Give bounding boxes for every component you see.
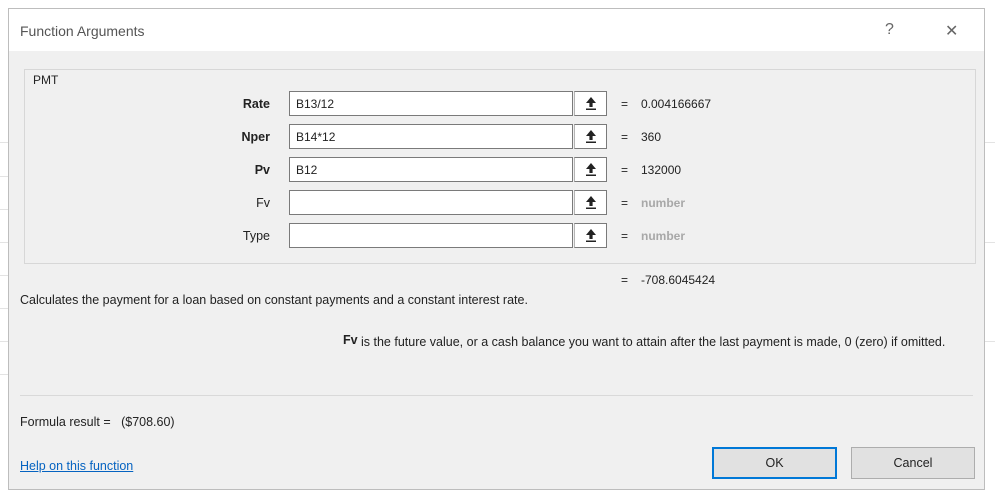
collapse-dialog-button-fv[interactable] <box>574 190 607 215</box>
argument-label-pv: Pv <box>254 163 270 177</box>
argument-help-text: is the future value, or a cash balance y… <box>361 335 946 349</box>
background-gridline <box>985 242 995 243</box>
ok-button[interactable]: OK <box>712 447 837 479</box>
argument-input-nper[interactable] <box>289 124 573 149</box>
background-gridline <box>985 341 995 342</box>
argument-row-rate: Rate = 0.004166667 <box>9 91 986 118</box>
collapse-dialog-button-rate[interactable] <box>574 91 607 116</box>
help-button[interactable]: ? <box>885 21 894 39</box>
argument-row-fv: Fv = number <box>9 190 986 217</box>
argument-result-fv: number <box>641 196 686 210</box>
argument-result-nper: 360 <box>641 130 662 144</box>
function-description: Calculates the payment for a loan based … <box>20 293 528 307</box>
equals-sign: = <box>621 273 629 287</box>
argument-result-pv: 132000 <box>641 163 682 177</box>
argument-row-nper: Nper = 360 <box>9 124 986 151</box>
formula-result-label: Formula result = <box>20 415 111 429</box>
argument-result-type: number <box>641 229 686 243</box>
function-name: PMT <box>31 73 61 87</box>
argument-row-type: Type = number <box>9 223 986 250</box>
argument-input-type[interactable] <box>289 223 573 248</box>
argument-input-fv[interactable] <box>289 190 573 215</box>
equals-sign: = <box>621 130 629 144</box>
argument-label-type: Type <box>242 229 270 243</box>
argument-row-pv: Pv = 132000 <box>9 157 986 184</box>
equals-sign: = <box>621 97 629 111</box>
dialog-title: Function Arguments <box>20 23 145 39</box>
collapse-dialog-button-pv[interactable] <box>574 157 607 182</box>
background-gridline <box>985 142 995 143</box>
collapse-dialog-icon <box>585 229 596 242</box>
equals-sign: = <box>621 163 629 177</box>
collapse-dialog-icon <box>585 97 596 110</box>
argument-help-name: Fv <box>343 333 358 347</box>
function-result-value: -708.6045424 <box>641 273 716 287</box>
formula-result-value: ($708.60) <box>121 415 175 429</box>
close-button[interactable]: ✕ <box>945 21 958 41</box>
formula-result: Formula result = ($708.60) <box>20 415 175 429</box>
collapse-dialog-icon <box>585 163 596 176</box>
cancel-button[interactable]: Cancel <box>851 447 975 479</box>
collapse-dialog-icon <box>585 130 596 143</box>
equals-sign: = <box>621 229 629 243</box>
argument-label-fv: Fv <box>256 196 270 210</box>
argument-label-nper: Nper <box>241 130 270 144</box>
help-link[interactable]: Help on this function <box>20 459 133 473</box>
divider <box>20 395 973 396</box>
collapse-dialog-icon <box>585 196 596 209</box>
collapse-dialog-button-nper[interactable] <box>574 124 607 149</box>
title-bar: Function Arguments ? ✕ <box>9 9 984 51</box>
collapse-dialog-button-type[interactable] <box>574 223 607 248</box>
argument-input-rate[interactable] <box>289 91 573 116</box>
argument-result-rate: 0.004166667 <box>641 97 712 111</box>
argument-label-rate: Rate <box>242 97 270 111</box>
argument-input-pv[interactable] <box>289 157 573 182</box>
equals-sign: = <box>621 196 629 210</box>
function-arguments-dialog: Function Arguments ? ✕ PMT Rate = 0.0041… <box>8 8 985 490</box>
